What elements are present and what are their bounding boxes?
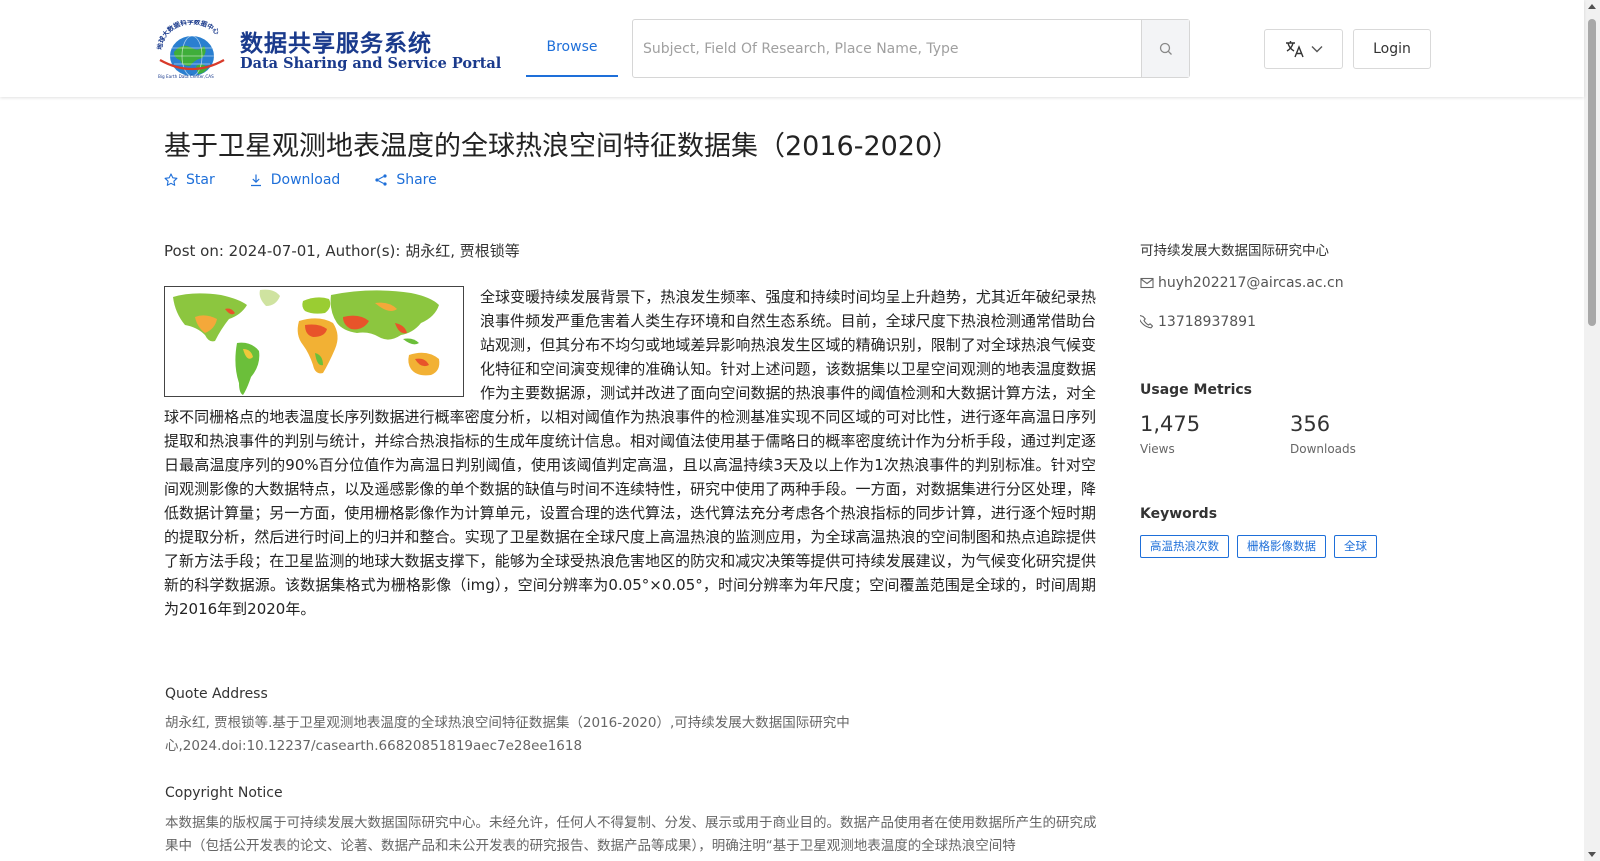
logo-title-en: Data Sharing and Service Portal — [240, 55, 502, 72]
globe-logo-icon: 地球大数据科学数据中心 Big Earth Data Center,CAS — [155, 20, 225, 79]
keywords-heading: Keywords — [1140, 506, 1218, 522]
translate-icon — [1285, 41, 1304, 58]
dataset-actions: Star Download Share — [164, 172, 471, 188]
keyword-tag[interactable]: 全球 — [1334, 535, 1377, 558]
keyword-tag[interactable]: 栅格影像数据 — [1237, 535, 1326, 558]
downloads-metric: 356 Downloads — [1290, 412, 1356, 456]
share-button[interactable]: Share — [374, 172, 437, 188]
abstract-section: 全球变暖持续发展背景下，热浪发生频率、强度和持续时间均呈上升趋势，尤其近年破纪录… — [164, 285, 1096, 621]
mail-icon — [1140, 277, 1154, 289]
email-text: huyh202217@aircas.ac.cn — [1158, 275, 1344, 291]
star-icon — [164, 173, 178, 186]
copyright-label: Copyright Notice — [165, 785, 283, 801]
downloads-label: Downloads — [1290, 442, 1356, 456]
contact-email[interactable]: huyh202217@aircas.ac.cn — [1140, 275, 1344, 291]
quote-address-label: Quote Address — [165, 686, 268, 702]
keyword-tags: 高温热浪次数 栅格影像数据 全球 — [1140, 535, 1377, 558]
share-icon — [375, 174, 387, 186]
post-info: Post on: 2024-07-01, Author(s): 胡永红, 贾根锁… — [164, 242, 520, 260]
nav-browse-tab[interactable]: Browse — [526, 20, 618, 77]
logo-title-cn: 数据共享服务系统 — [240, 31, 432, 57]
world-heatwave-map — [165, 287, 463, 396]
quote-address-text: 胡永红, 贾根锁等.基于卫星观测地表温度的全球热浪空间特征数据集（2016-20… — [165, 715, 850, 754]
dataset-thumbnail-map — [164, 286, 464, 397]
views-metric: 1,475 Views — [1140, 412, 1200, 456]
search-bar — [632, 19, 1190, 78]
downloads-count: 356 — [1290, 412, 1331, 436]
keyword-tag[interactable]: 高温热浪次数 — [1140, 535, 1229, 558]
views-label: Views — [1140, 442, 1175, 456]
search-button[interactable] — [1141, 20, 1189, 77]
download-button[interactable]: Download — [249, 172, 341, 188]
share-label: Share — [396, 172, 437, 188]
search-input[interactable] — [633, 20, 1141, 77]
scroll-up-arrow[interactable] — [1588, 4, 1596, 9]
scroll-down-arrow[interactable] — [1588, 852, 1596, 857]
download-icon — [250, 174, 261, 187]
svg-text:Big Earth Data Center,CAS: Big Earth Data Center,CAS — [158, 74, 214, 79]
page-scrollbar[interactable] — [1584, 0, 1600, 861]
contact-phone[interactable]: 13718937891 — [1140, 314, 1256, 330]
star-button[interactable]: Star — [164, 172, 215, 188]
star-label: Star — [186, 172, 215, 188]
dataset-title: 基于卫星观测地表温度的全球热浪空间特征数据集（2016-2020） — [164, 131, 960, 162]
login-button[interactable]: Login — [1353, 29, 1431, 69]
top-header: 地球大数据科学数据中心 Big Earth Data Center,CAS 数据… — [0, 0, 1584, 97]
copyright-text: 本数据集的版权属于可持续发展大数据国际研究中心。未经允许，任何人不得复制、分发、… — [165, 815, 1097, 854]
portal-logo[interactable]: 地球大数据科学数据中心 Big Earth Data Center,CAS 数据… — [152, 20, 501, 80]
views-count: 1,475 — [1140, 412, 1201, 436]
chevron-down-icon — [1311, 46, 1322, 53]
phone-text: 13718937891 — [1158, 314, 1256, 330]
scroll-thumb[interactable] — [1588, 19, 1596, 326]
download-label: Download — [270, 172, 341, 188]
usage-metrics-heading: Usage Metrics — [1140, 382, 1252, 398]
search-icon — [1159, 42, 1172, 55]
phone-icon — [1140, 315, 1154, 329]
organization-name: 可持续发展大数据国际研究中心 — [1140, 243, 1329, 259]
language-dropdown[interactable] — [1264, 29, 1343, 69]
